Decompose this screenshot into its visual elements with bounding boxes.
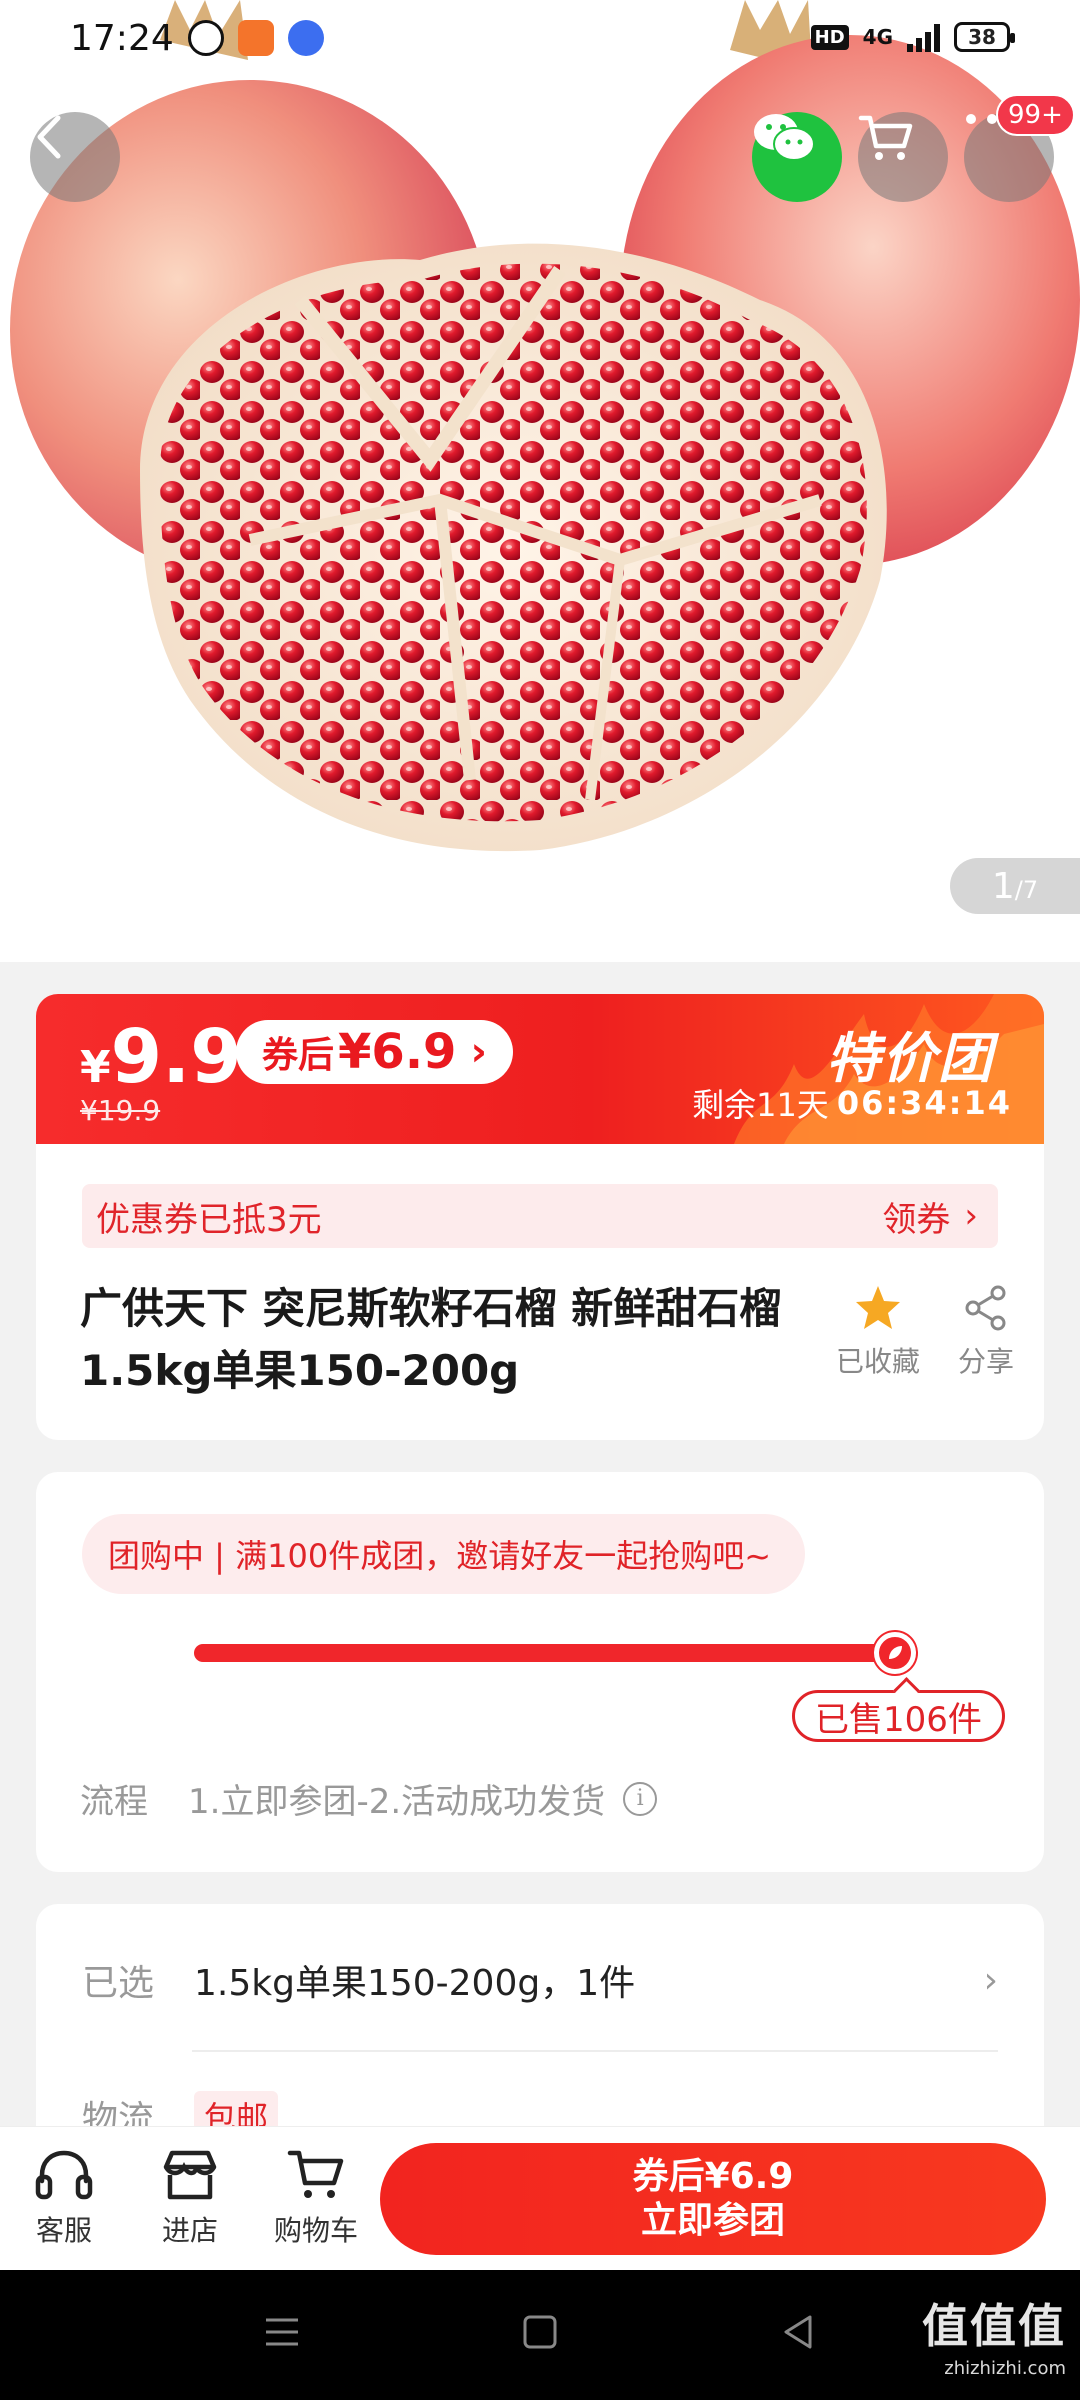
cart-icon bbox=[858, 115, 913, 160]
leaf-icon bbox=[889, 1646, 902, 1659]
status-bar: 17:24 HD 4G 38 bbox=[0, 0, 1080, 80]
flow-text: 1.立即参团-2.活动成功发货 bbox=[188, 1782, 606, 1822]
wechat-notify-icon bbox=[188, 20, 224, 56]
product-info-card: ¥ 9.9 ¥19.9 券后 ¥6.9 › 特价团 剩余11天 06:34:14… bbox=[36, 994, 1044, 1440]
bottom-action-bar: 客服 进店 购物车 券后¥6.9 立即参团 bbox=[0, 2126, 1080, 2270]
buy-button-label: 立即参团 bbox=[640, 2200, 785, 2241]
product-image-gallery[interactable]: 17:24 HD 4G 38 99+ 1 /7 bbox=[0, 0, 1080, 962]
customer-service-label: 客服 bbox=[35, 2214, 92, 2247]
image-counter-current: 1 bbox=[991, 866, 1015, 907]
watermark-url: zhizhizhi.com bbox=[944, 2358, 1066, 2379]
selected-label: 已选 bbox=[82, 1963, 155, 2004]
get-coupon-link[interactable]: 领券 › bbox=[882, 1192, 978, 1241]
hd-badge: HD bbox=[810, 24, 849, 50]
back-button[interactable] bbox=[30, 112, 120, 202]
group-buy-status: 团购中 | 满100件成团，邀请好友一起抢购吧~ bbox=[82, 1514, 806, 1594]
cart-button[interactable] bbox=[858, 112, 948, 202]
countdown: 剩余11天 06:34:14 bbox=[692, 1080, 1012, 1126]
price-value: 9.9 bbox=[110, 1014, 242, 1100]
original-price: ¥19.9 bbox=[80, 1094, 161, 1127]
cart-label: 购物车 bbox=[273, 2214, 358, 2247]
currency-symbol: ¥ bbox=[80, 1042, 111, 1093]
current-price: ¥ 9.9 bbox=[80, 1014, 242, 1100]
store-icon bbox=[163, 2150, 217, 2200]
headset-icon bbox=[35, 2150, 93, 2200]
product-title: 广供天下 突尼斯软籽石榴 新鲜甜石榴 1.5kg单果150-200g bbox=[80, 1284, 782, 1395]
wechat-share-button[interactable] bbox=[752, 112, 842, 202]
chevron-right-icon: › bbox=[964, 1196, 978, 1236]
flow-row[interactable]: 流程 1.立即参团-2.活动成功发货 i bbox=[80, 1774, 658, 1823]
coupon-applied-text: 优惠券已抵3元 bbox=[96, 1199, 322, 1240]
image-counter-total: /7 bbox=[1014, 876, 1039, 904]
progress-knob bbox=[874, 1632, 916, 1674]
menu-key-icon[interactable] bbox=[262, 2312, 302, 2352]
back-icon bbox=[37, 115, 61, 159]
share-icon bbox=[965, 1285, 1006, 1331]
battery-icon: 38 bbox=[954, 22, 1015, 52]
battery-level: 38 bbox=[968, 25, 996, 49]
store-button[interactable]: 进店 bbox=[140, 2147, 240, 2249]
network-type: 4G bbox=[862, 25, 893, 49]
customer-service-button[interactable]: 客服 bbox=[14, 2147, 114, 2249]
share-label: 分享 bbox=[957, 1345, 1014, 1378]
cart-icon bbox=[287, 2150, 344, 2198]
favorite-button[interactable]: 已收藏 bbox=[828, 1284, 928, 1380]
jd-notify-icon bbox=[238, 20, 274, 56]
coupon-bar[interactable]: 优惠券已抵3元 领券 › bbox=[82, 1184, 998, 1248]
price-banner: ¥ 9.9 ¥19.9 券后 ¥6.9 › 特价团 剩余11天 06:34:14 bbox=[36, 994, 1044, 1144]
image-counter: 1/7 bbox=[950, 858, 1080, 914]
watermark: 值值值 zhizhizhi.com bbox=[922, 2290, 1066, 2379]
watermark-logo: 值值值 bbox=[922, 2299, 1066, 2353]
get-coupon-label: 领券 bbox=[882, 1199, 951, 1240]
info-icon[interactable]: i bbox=[623, 1781, 658, 1816]
cart-bottom-button[interactable]: 购物车 bbox=[266, 2147, 366, 2249]
remaining-days: 剩余11天 bbox=[692, 1086, 829, 1124]
signal-icon bbox=[907, 22, 940, 52]
baidu-notify-icon bbox=[288, 20, 324, 56]
coupon-price-label: 券后 bbox=[262, 1035, 335, 1076]
store-label: 进店 bbox=[161, 2214, 218, 2247]
favorite-label: 已收藏 bbox=[835, 1345, 920, 1378]
home-key-icon[interactable] bbox=[520, 2312, 560, 2352]
chevron-right-icon: › bbox=[470, 1029, 487, 1075]
buy-button-price: 券后¥6.9 bbox=[632, 2156, 794, 2197]
sold-count-tag: 已售106件 bbox=[792, 1690, 1005, 1742]
status-indicators: HD 4G 38 bbox=[810, 22, 1015, 52]
coupon-price-value: ¥6.9 bbox=[338, 1024, 457, 1080]
countdown-time: 06:34:14 bbox=[836, 1084, 1012, 1122]
group-buy-card: 团购中 | 满100件成团，邀请好友一起抢购吧~ 已售106件 流程 1.立即参… bbox=[36, 1472, 1044, 1872]
system-nav-bar: 值值值 zhizhizhi.com bbox=[0, 2270, 1080, 2400]
flow-label: 流程 bbox=[80, 1782, 148, 1822]
selected-spec-row[interactable]: 已选 1.5kg单果150-200g，1件 › bbox=[82, 1954, 998, 2006]
status-time: 17:24 bbox=[70, 18, 174, 59]
wechat-icon bbox=[754, 114, 815, 161]
chevron-right-icon: › bbox=[983, 1959, 998, 2001]
group-progress-bar bbox=[194, 1644, 894, 1662]
share-button[interactable]: 分享 bbox=[936, 1284, 1036, 1380]
back-key-icon[interactable] bbox=[778, 2312, 818, 2352]
star-icon bbox=[856, 1286, 900, 1329]
cart-count-badge: 99+ bbox=[996, 94, 1075, 136]
status-app-icons bbox=[188, 20, 324, 56]
divider bbox=[192, 2050, 998, 2052]
coupon-price-pill[interactable]: 券后 ¥6.9 › bbox=[236, 1020, 513, 1084]
selected-value: 1.5kg单果150-200g，1件 bbox=[194, 1963, 636, 2004]
join-group-button[interactable]: 券后¥6.9 立即参团 bbox=[380, 2143, 1046, 2255]
